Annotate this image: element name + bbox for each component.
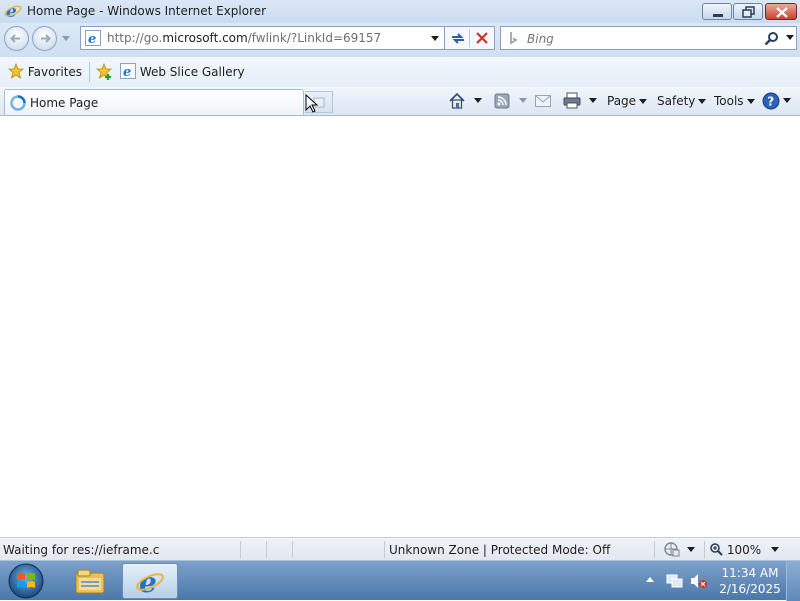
show-hidden-icons-icon[interactable]: [646, 577, 654, 583]
print-icon[interactable]: [563, 92, 581, 109]
tab-title: Home Page: [30, 96, 99, 110]
recent-pages-dropdown-icon[interactable]: [62, 36, 70, 42]
ie-page-icon: e: [85, 30, 101, 46]
zoom-icon: [710, 543, 723, 556]
address-dropdown-icon[interactable]: [431, 36, 439, 42]
svg-text:e: e: [123, 65, 131, 79]
command-bar: Home Page Page Safety Tools ?: [0, 87, 800, 116]
network-icon[interactable]: [666, 573, 683, 589]
svg-text:?: ?: [767, 95, 774, 109]
status-separator: [654, 541, 655, 558]
show-desktop-button[interactable]: [786, 561, 800, 601]
minimize-button[interactable]: [702, 3, 732, 20]
bing-search-icon: [510, 32, 518, 45]
help-dropdown-icon[interactable]: [783, 98, 791, 103]
status-bar: Waiting for res://ieframe.c Unknown Zone…: [0, 537, 800, 560]
ie-icon: e: [136, 567, 164, 597]
url-domain: microsoft.com: [162, 31, 248, 45]
print-dropdown-icon[interactable]: [589, 98, 597, 103]
mouse-cursor-icon: [305, 94, 319, 113]
protected-mode-dropdown-icon[interactable]: [687, 547, 695, 552]
svg-text:e: e: [139, 567, 157, 597]
close-icon: [776, 7, 788, 18]
web-slice-gallery-link[interactable]: e Web Slice Gallery: [120, 63, 245, 80]
rss-dropdown-icon[interactable]: [519, 98, 527, 103]
home-dropdown-icon[interactable]: [474, 98, 482, 103]
favorites-label: Favorites: [27, 65, 83, 79]
help-icon[interactable]: ?: [762, 92, 780, 110]
search-options-dropdown-icon[interactable]: [786, 35, 794, 41]
ie-page-icon: e: [120, 63, 136, 80]
status-separator: [704, 541, 705, 558]
tools-dropdown-icon: [746, 99, 755, 104]
status-separator: [240, 541, 241, 558]
home-icon[interactable]: [448, 92, 466, 110]
search-input[interactable]: [525, 29, 759, 49]
tab-home-page[interactable]: Home Page: [4, 89, 304, 115]
mail-icon[interactable]: [535, 95, 551, 107]
tools-menu[interactable]: Tools: [714, 94, 755, 108]
favorites-separator: [89, 62, 90, 82]
taskbar-ie-button[interactable]: e: [122, 563, 178, 599]
forward-button[interactable]: [32, 26, 57, 51]
navigation-bar: e http://go.microsoft.com/fwlink/?LinkId…: [0, 23, 800, 57]
url-prefix: http://go.: [107, 31, 163, 45]
clock-date: 2/16/2025: [719, 582, 781, 596]
web-slice-gallery-label: Web Slice Gallery: [139, 65, 245, 79]
volume-muted-icon[interactable]: [690, 573, 708, 589]
address-bar[interactable]: e http://go.microsoft.com/fwlink/?LinkId…: [80, 26, 445, 50]
svg-text:e: e: [88, 32, 96, 46]
clock-time: 11:34 AM: [721, 566, 779, 580]
protected-mode-icon[interactable]: [662, 541, 680, 558]
favorites-bar: Favorites e Web Slice Gallery: [0, 57, 800, 87]
status-separator: [266, 541, 267, 558]
search-box[interactable]: [500, 26, 797, 50]
ie-icon: e: [4, 2, 22, 20]
taskbar: e 11:34 AM 2/16/2025: [0, 560, 800, 601]
add-favorites-icon[interactable]: [96, 63, 114, 81]
restore-icon: [742, 6, 755, 18]
explorer-icon: [75, 569, 105, 594]
close-button[interactable]: [765, 3, 797, 20]
search-icon[interactable]: [764, 31, 779, 46]
zoom-dropdown-icon[interactable]: [771, 547, 779, 552]
start-orb-icon[interactable]: [6, 562, 46, 600]
favorites-button[interactable]: Favorites: [7, 62, 83, 79]
page-dropdown-icon: [639, 99, 648, 104]
page-menu-label: Page: [607, 94, 637, 108]
loading-spinner-icon: [10, 95, 26, 111]
status-text: Waiting for res://ieframe.c: [3, 543, 160, 557]
maximize-button[interactable]: [733, 3, 763, 20]
url-path: /fwlink/?LinkId=69157: [247, 31, 382, 45]
safety-menu[interactable]: Safety: [657, 94, 707, 108]
security-zone-text[interactable]: Unknown Zone | Protected Mode: Off: [389, 543, 610, 557]
system-clock[interactable]: 11:34 AM 2/16/2025: [716, 565, 784, 597]
safety-dropdown-icon: [698, 99, 707, 104]
refresh-icon[interactable]: [449, 30, 467, 47]
taskbar-explorer-button[interactable]: [62, 563, 118, 599]
zoom-control[interactable]: 100%: [710, 543, 761, 557]
page-menu[interactable]: Page: [607, 94, 648, 108]
refresh-stop-group: [444, 26, 495, 50]
tools-menu-label: Tools: [714, 94, 744, 108]
back-icon: [10, 34, 20, 43]
favorites-star-icon: [7, 62, 25, 79]
address-url[interactable]: http://go.microsoft.com/fwlink/?LinkId=6…: [107, 31, 381, 45]
title-bar: e Home Page - Windows Internet Explorer: [0, 0, 800, 23]
window-title: Home Page - Windows Internet Explorer: [27, 4, 267, 18]
page-content[interactable]: [0, 116, 800, 537]
back-button[interactable]: [4, 26, 29, 51]
stop-icon[interactable]: [474, 30, 491, 47]
safety-menu-label: Safety: [657, 94, 696, 108]
forward-icon: [41, 34, 51, 43]
rss-icon[interactable]: [494, 93, 510, 109]
minimize-icon: [713, 14, 723, 17]
status-separator: [292, 541, 293, 558]
status-separator: [384, 541, 385, 558]
zoom-level: 100%: [726, 543, 762, 557]
